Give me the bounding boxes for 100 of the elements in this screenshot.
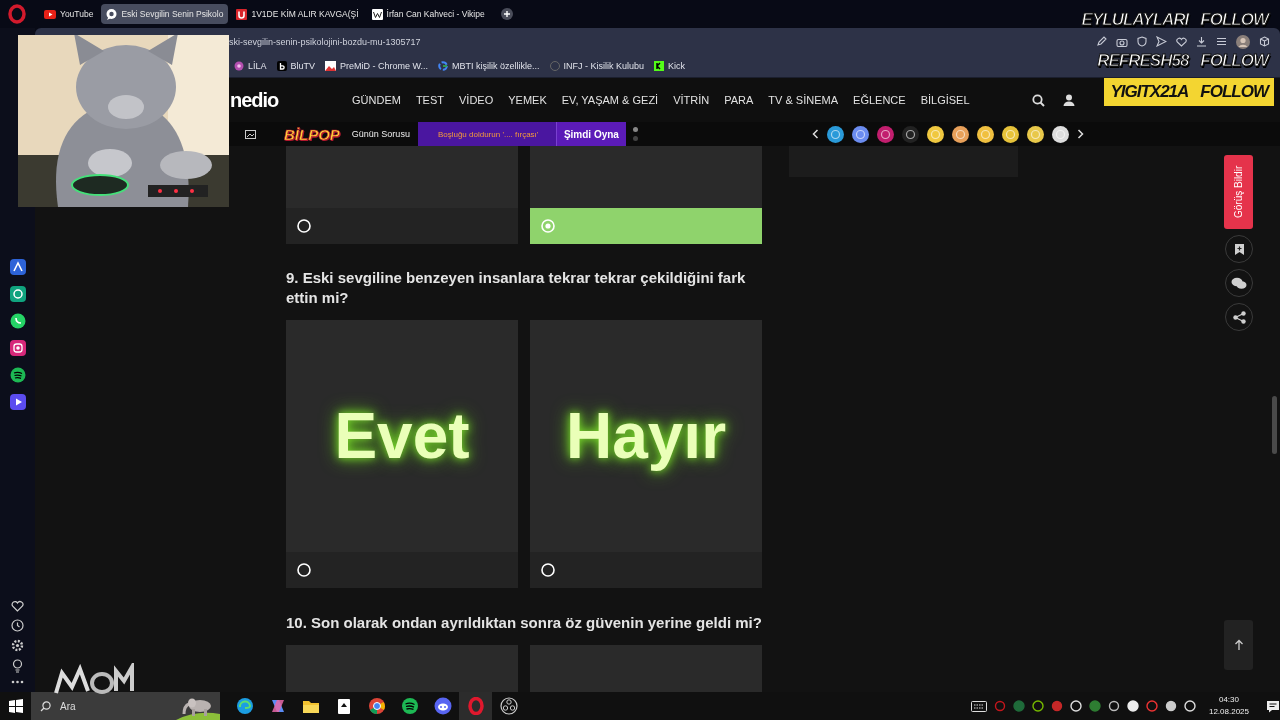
follow-label: EYLULAYLARI FOLLOW bbox=[1080, 9, 1271, 31]
new-tab-button[interactable] bbox=[500, 8, 513, 20]
obs-icon bbox=[499, 697, 518, 715]
heart-icon[interactable] bbox=[11, 600, 24, 612]
emoji-icon[interactable] bbox=[1002, 125, 1019, 143]
emoji-icon[interactable] bbox=[1052, 125, 1069, 143]
camera-icon[interactable] bbox=[1116, 36, 1128, 47]
opera-icon bbox=[466, 697, 485, 715]
download-icon[interactable] bbox=[1196, 36, 1207, 47]
lightbulb-icon[interactable] bbox=[12, 659, 23, 673]
nav-link[interactable]: TV & SİNEMA bbox=[768, 94, 839, 106]
radio-selected[interactable] bbox=[541, 219, 555, 233]
nav-link[interactable]: VİDEO bbox=[459, 94, 494, 106]
chrome-icon bbox=[367, 697, 386, 715]
bookmark-link[interactable]: BluTV bbox=[276, 61, 316, 71]
user-icon[interactable] bbox=[1063, 94, 1075, 106]
nav-link[interactable]: VİTRİN bbox=[673, 94, 710, 106]
globe-icon bbox=[549, 61, 560, 71]
kick-icon bbox=[654, 61, 665, 71]
browser-tab[interactable]: YouTube bbox=[39, 4, 99, 24]
send-icon[interactable] bbox=[1156, 36, 1167, 47]
camera-app-icon[interactable] bbox=[9, 340, 26, 356]
browser-tab[interactable]: İrfan Can Kahveci - Vikipe bbox=[366, 4, 490, 24]
spotify-icon bbox=[400, 697, 419, 715]
emoji-icon[interactable] bbox=[977, 125, 994, 143]
nav-link[interactable]: EV, YAŞAM & GEZİ bbox=[561, 94, 659, 106]
carousel-dot bbox=[632, 127, 638, 132]
edit-icon[interactable] bbox=[1096, 36, 1107, 47]
answer-text: Evet bbox=[334, 399, 470, 473]
google-icon bbox=[438, 61, 449, 71]
radio-button[interactable] bbox=[297, 563, 311, 577]
nav-link[interactable]: GÜNDEM bbox=[352, 94, 401, 106]
bilpop-logo[interactable]: BİLPOP bbox=[284, 125, 340, 143]
scrollbar-thumb[interactable] bbox=[1272, 396, 1277, 454]
chat-bubbles-icon bbox=[1231, 276, 1247, 290]
whatsapp-icon[interactable] bbox=[9, 313, 26, 329]
answer-text: Hayır bbox=[565, 399, 727, 473]
follow-label: YIGITX21A FOLLOW bbox=[1104, 78, 1274, 106]
cube-icon[interactable] bbox=[1259, 36, 1270, 47]
emoji-icon[interactable] bbox=[877, 125, 894, 143]
music-app-icon[interactable] bbox=[9, 367, 26, 383]
scroll-to-top-button[interactable] bbox=[1224, 620, 1253, 670]
clock-icon[interactable] bbox=[11, 619, 24, 632]
gallery-icon[interactable] bbox=[245, 129, 256, 139]
speech-bubble-icon bbox=[106, 8, 118, 20]
keyboard-icon[interactable] bbox=[970, 700, 987, 712]
opera-logo-icon[interactable] bbox=[7, 4, 27, 24]
question-prompt[interactable]: Boşluğu doldurun '.... fırçası' bbox=[417, 122, 556, 146]
nav-link[interactable]: BİLGİSEL bbox=[920, 94, 970, 106]
tray-icon[interactable] bbox=[1031, 700, 1044, 712]
nav-link[interactable]: YEMEK bbox=[508, 94, 547, 106]
radio-button[interactable] bbox=[541, 563, 555, 577]
question-text: 10. Son olarak ondan ayrıldıktan sonra öz güvenin yerine geldi mi? bbox=[286, 613, 762, 633]
search-icon[interactable] bbox=[1032, 93, 1045, 107]
radio-button[interactable] bbox=[297, 219, 311, 233]
daily-question-label: Günün Sorusu bbox=[351, 129, 410, 139]
nav-link[interactable]: PARA bbox=[724, 94, 754, 106]
play-icon bbox=[44, 9, 56, 19]
clock[interactable]: 04:30 12.08.2025 bbox=[1208, 694, 1249, 718]
emoji-icon[interactable] bbox=[827, 125, 844, 143]
channel-logo-icon bbox=[52, 663, 136, 695]
menu-icon[interactable] bbox=[1216, 37, 1227, 46]
chevron-left-icon[interactable] bbox=[812, 129, 819, 139]
emoji-icon[interactable] bbox=[902, 125, 919, 143]
windows-start-icon[interactable] bbox=[9, 699, 23, 713]
emoji-icon[interactable] bbox=[852, 125, 869, 143]
bookmark-link[interactable]: MBTI kişilik özellikle... bbox=[438, 61, 540, 71]
play-now-button[interactable]: Şimdi Oyna bbox=[555, 122, 626, 146]
discord-icon bbox=[433, 697, 452, 715]
player-app-icon[interactable] bbox=[9, 394, 26, 410]
browser-tab[interactable]: Eski Sevgilin Senin Psikolo bbox=[101, 4, 229, 24]
more-icon[interactable] bbox=[11, 680, 24, 684]
flower-icon bbox=[234, 61, 244, 71]
paint-app-icon[interactable] bbox=[9, 259, 26, 275]
site-logo[interactable]: nedio bbox=[230, 88, 352, 112]
edge-icon bbox=[235, 697, 254, 715]
avatar-icon[interactable] bbox=[1236, 34, 1250, 49]
emoji-icon[interactable] bbox=[952, 125, 969, 143]
heart-icon[interactable] bbox=[1176, 36, 1187, 47]
chevron-right-icon[interactable] bbox=[1077, 129, 1084, 139]
chat-app-icon[interactable] bbox=[9, 286, 26, 302]
settings-icon[interactable] bbox=[11, 639, 24, 652]
bookmark-link[interactable]: Kick bbox=[654, 61, 686, 71]
emoji-icon[interactable] bbox=[1027, 125, 1044, 143]
browser-tab[interactable]: 1V1DE KİM ALIR KAVGA(Şİ bbox=[231, 4, 364, 24]
nav-link[interactable]: TEST bbox=[415, 94, 444, 106]
emoji-icon[interactable] bbox=[927, 125, 944, 143]
nav-link[interactable]: EĞLENCE bbox=[853, 94, 906, 106]
bookmark-link[interactable]: LİLA bbox=[234, 61, 267, 71]
feedback-button[interactable]: Görüş Bildir bbox=[1224, 155, 1253, 229]
search-icon bbox=[40, 700, 51, 712]
bookmark-icon bbox=[1233, 242, 1245, 256]
bookmark-link[interactable]: INFJ - Kisilik Kulubu bbox=[549, 61, 645, 71]
bookmark-link[interactable]: PreMiD - Chrome W... bbox=[325, 61, 429, 71]
notification-icon[interactable] bbox=[1266, 699, 1280, 713]
tray-icon[interactable] bbox=[1107, 700, 1120, 712]
letter-b-icon bbox=[276, 61, 287, 71]
share-icon bbox=[1232, 310, 1246, 324]
question-text: 9. Eski sevgiline benzeyen insanlara tekrar tekrar çekildiğini fark ettin mi? bbox=[286, 268, 747, 308]
search-field[interactable]: Ara bbox=[31, 692, 220, 720]
